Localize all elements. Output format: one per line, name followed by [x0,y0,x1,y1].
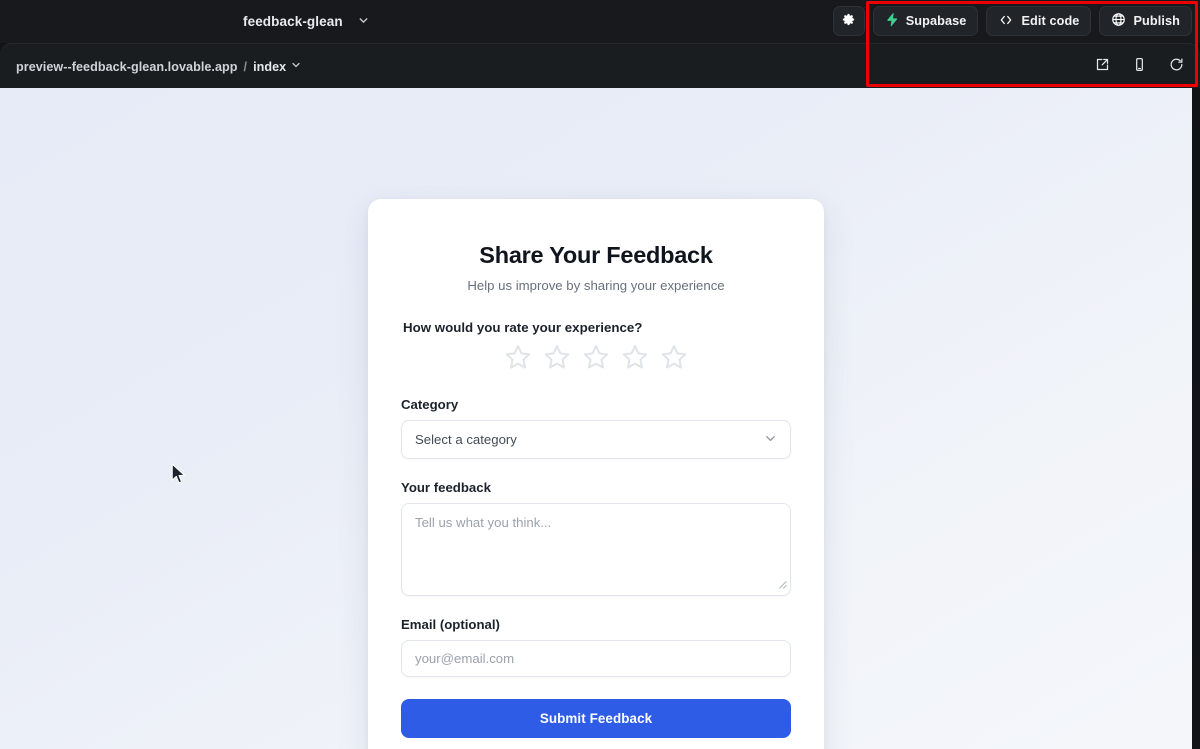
feedback-placeholder: Tell us what you think... [415,515,552,530]
url-host: preview--feedback-glean.lovable.app [16,59,238,74]
category-select-value: Select a category [415,432,517,447]
supabase-button[interactable]: Supabase [872,6,979,36]
publish-button-label: Publish [1133,14,1180,28]
preview-viewport: Share Your Feedback Help us improve by s… [0,88,1192,749]
feedback-label: Your feedback [401,480,491,495]
email-placeholder: your@email.com [415,651,515,666]
chevron-down-icon[interactable] [357,14,370,30]
feedback-card: Share Your Feedback Help us improve by s… [368,199,824,749]
page-subtitle: Help us improve by sharing your experien… [467,278,725,293]
edit-code-button[interactable]: Edit code [986,6,1092,36]
star-icon-2[interactable] [543,343,571,376]
rating-section: How would you rate your experience? [401,320,791,376]
settings-button[interactable] [832,6,865,36]
star-rating[interactable] [401,343,791,376]
url-bar: preview--feedback-glean.lovable.app / in… [0,43,1200,88]
top-bar-actions: Supabase Edit code Publish [832,6,1192,36]
url-page: index [253,59,287,74]
app-window: feedback-glean Supabase Edit code Publis… [0,0,1200,749]
reload-icon[interactable] [1169,57,1184,77]
email-field-group: Email (optional) your@email.com [401,617,791,677]
supabase-lightning-icon [885,12,899,30]
edit-code-button-label: Edit code [1021,14,1080,28]
feedback-field: Your feedback Tell us what you think... [401,480,791,596]
right-gutter [1192,88,1200,749]
star-icon-4[interactable] [621,343,649,376]
open-in-new-tab-icon[interactable] [1095,57,1110,77]
globe-icon [1111,12,1126,30]
star-icon-3[interactable] [582,343,610,376]
submit-feedback-button[interactable]: Submit Feedback [401,699,791,738]
feedback-textarea[interactable]: Tell us what you think... [401,503,791,596]
code-brackets-icon [998,13,1014,30]
category-label: Category [401,397,459,412]
resize-handle-icon[interactable] [776,577,787,592]
url-bar-actions [1095,44,1184,89]
email-input[interactable]: your@email.com [401,640,791,677]
category-field: Category Select a category [401,397,791,459]
project-selector[interactable]: feedback-glean [243,0,370,43]
url-breadcrumb[interactable]: preview--feedback-glean.lovable.app / in… [16,44,302,89]
rating-label: How would you rate your experience? [403,320,643,335]
supabase-button-label: Supabase [905,14,967,28]
gear-icon [841,12,856,30]
star-icon-5[interactable] [660,343,688,376]
project-name: feedback-glean [243,14,343,29]
publish-button[interactable]: Publish [1099,6,1192,36]
category-select[interactable]: Select a category [401,420,791,459]
star-icon-1[interactable] [504,343,532,376]
page-title: Share Your Feedback [479,242,713,268]
top-bar: feedback-glean Supabase Edit code Publis… [0,0,1200,43]
email-label: Email (optional) [401,617,500,632]
chevron-down-icon[interactable] [290,59,302,74]
chevron-down-icon [763,431,778,449]
device-preview-icon[interactable] [1132,57,1147,77]
url-separator: / [243,59,248,74]
mouse-cursor [171,463,188,491]
